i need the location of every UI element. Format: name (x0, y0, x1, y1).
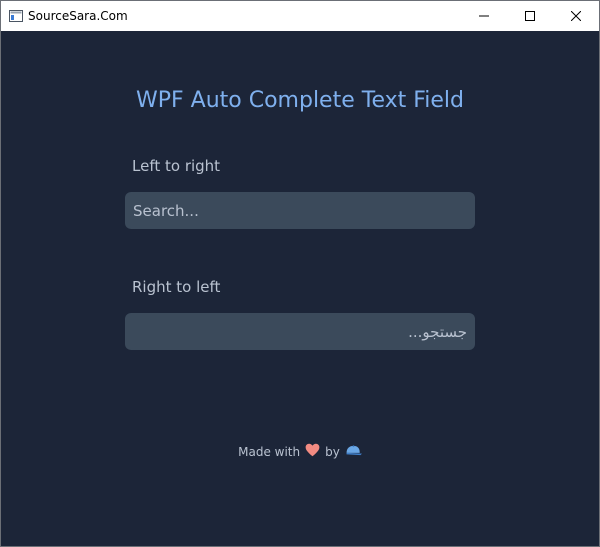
heart-icon (305, 443, 320, 460)
close-button[interactable] (553, 1, 599, 31)
app-window: SourceSara.Com WPF Auto Complete Text Fi… (0, 0, 600, 547)
minimize-icon (479, 15, 489, 17)
minimize-button[interactable] (461, 1, 507, 31)
window-controls (461, 1, 599, 31)
maximize-button[interactable] (507, 1, 553, 31)
page-title: WPF Auto Complete Text Field (135, 88, 465, 113)
rtl-label: Right to left (132, 278, 221, 296)
footer-made-with: Made with (238, 444, 301, 459)
rtl-search-input[interactable] (125, 313, 475, 350)
ltr-label: Left to right (132, 157, 221, 175)
footer-by: by (325, 444, 340, 459)
footer-credit: Made with by (1, 443, 599, 460)
cap-icon (345, 444, 362, 460)
close-icon (571, 11, 581, 21)
maximize-icon (525, 11, 535, 21)
rtl-search-field[interactable] (125, 313, 475, 350)
window-title: SourceSara.Com (28, 9, 128, 23)
window-app-icon (8, 8, 24, 24)
ltr-search-input[interactable] (125, 192, 475, 229)
main-content: WPF Auto Complete Text Field Left to rig… (1, 31, 599, 546)
ltr-search-field[interactable] (125, 192, 475, 229)
title-bar[interactable]: SourceSara.Com (1, 1, 599, 31)
